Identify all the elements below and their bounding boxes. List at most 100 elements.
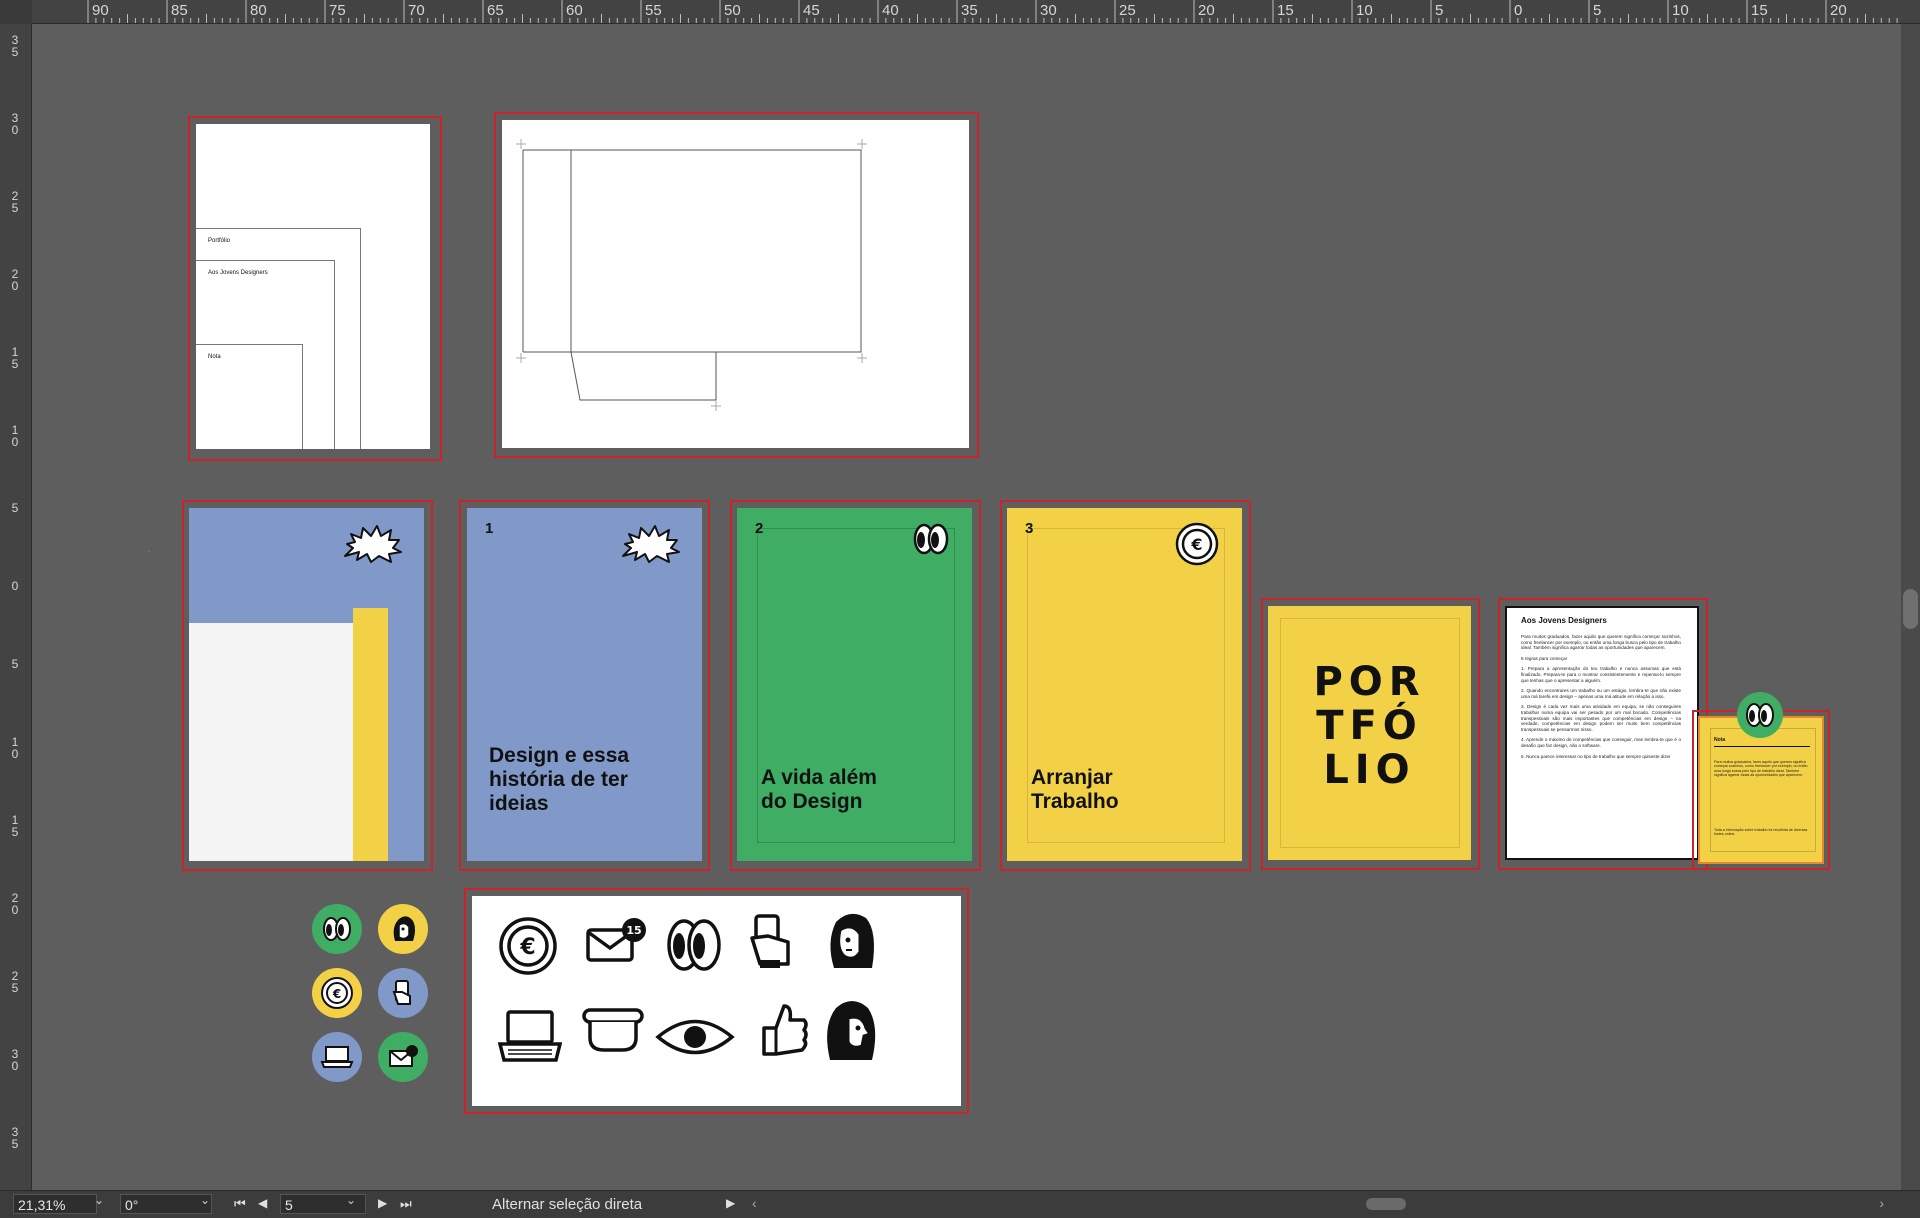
artboard-icon-sheet[interactable]: € 15 — [464, 888, 969, 1114]
ruler-label: 15 — [1277, 2, 1294, 19]
ruler-label: 2 5 — [11, 189, 19, 215]
vertical-ruler[interactable]: 3 5 3 0 2 5 2 0 1 5 1 0 5 0 5 1 0 1 5 2 0 2 5 3 0 3 5 — [0, 24, 32, 1190]
sticker-phone-blue[interactable] — [378, 968, 428, 1018]
ruler-label: 1 5 — [11, 813, 19, 839]
sticker-face-yellow[interactable] — [378, 904, 428, 954]
page-cover-3: 3 € Arranjar Trabalho — [1007, 508, 1242, 861]
label-portfolio: Portfólio — [208, 238, 231, 244]
paragraph: 4. Aprende o máximo de competências que … — [1521, 737, 1681, 748]
ruler-label: 70 — [408, 2, 425, 19]
zoom-field[interactable]: 21,31% — [13, 1194, 97, 1214]
document-title: Aos Jovens Designers — [1521, 616, 1607, 625]
ruler-label: 5 — [1593, 2, 1602, 19]
page-cover-template — [189, 508, 424, 861]
page-dropdown-chevron-icon[interactable]: ⌄ — [346, 1193, 356, 1207]
status-bar: 21,31% ⌄ 0° ⌄ ⏮ ◀ 5 ⌄ ▶ ⏭ Alternar seleç… — [0, 1190, 1920, 1218]
horizontal-ruler[interactable]: 90 85 80 75 70 65 60 55 50 45 40 35 30 25 20 15 10 5 0 5 10 1… — [32, 0, 1920, 24]
ruler-label: 1 5 — [11, 345, 19, 371]
ruler-label: 3 0 — [11, 1047, 19, 1073]
ruler-label: 90 — [92, 2, 109, 19]
sticker-mail-green[interactable] — [378, 1032, 428, 1082]
ruler-label: 15 — [1751, 2, 1768, 19]
ruler-label: 45 — [803, 2, 820, 19]
hand-phone-icon — [392, 980, 411, 1005]
ruler-label: 20 — [1198, 2, 1215, 19]
page-note: Nota Para muitos graduados, fazer aquilo… — [1698, 716, 1824, 864]
scroll-left-icon[interactable]: ‹ — [752, 1195, 757, 1211]
last-page-icon[interactable]: ⏭ — [400, 1196, 412, 1212]
sticker-eyes-green[interactable] — [312, 904, 362, 954]
svg-text:€: € — [519, 935, 535, 960]
title-line: Arranjar — [1031, 766, 1113, 789]
sticker-laptop-blue[interactable] — [312, 1032, 362, 1082]
cover-title: Arranjar Trabalho — [1031, 766, 1119, 814]
vertical-scroll-thumb[interactable] — [1903, 589, 1918, 629]
artboard-portfolio[interactable]: POR TFÓ LIO — [1261, 598, 1480, 870]
first-page-icon[interactable]: ⏮ — [234, 1196, 246, 1212]
cover-title: A vida além do Design — [761, 766, 877, 814]
artboard-cover-template[interactable]: · — [148, 500, 433, 871]
previous-page-icon[interactable]: ◀ — [258, 1196, 267, 1210]
ruler-label: 1 0 — [11, 735, 19, 761]
portfolio-wordmark: POR TFÓ LIO — [1268, 660, 1471, 792]
ruler-label: 55 — [645, 2, 662, 19]
svg-text:€: € — [332, 987, 341, 1001]
vertical-scrollbar[interactable] — [1901, 24, 1920, 1190]
ruler-label: 10 — [1672, 2, 1689, 19]
ruler-label: 5 — [11, 501, 19, 515]
artboard-template[interactable]: Portfólio Aos Jovens Designers Nota — [188, 116, 442, 461]
artboard-cover-1[interactable]: 1 Design e essa história de ter ideias — [459, 500, 710, 871]
ruler-label: 40 — [882, 2, 899, 19]
laptop-icon — [320, 1046, 354, 1068]
zoom-dropdown-chevron-icon[interactable]: ⌄ — [94, 1193, 104, 1207]
wordmark-line: LIO — [1323, 747, 1416, 793]
margin-mark: · — [148, 549, 150, 555]
paragraph: 1. Prepara a apresentação do teu trabalh… — [1521, 666, 1681, 683]
title-line: história de ter — [489, 768, 628, 791]
label-note: Nota — [208, 354, 221, 360]
ruler-label: 35 — [961, 2, 978, 19]
cover-number: 3 — [1025, 520, 1034, 537]
horizontal-scroll-thumb[interactable] — [1366, 1198, 1406, 1210]
ruler-label: 30 — [1040, 2, 1057, 19]
scroll-right-icon[interactable]: › — [1879, 1195, 1884, 1211]
rotation-field[interactable]: 0° — [120, 1194, 212, 1214]
pasteboard-canvas[interactable]: Portfólio Aos Jovens Designers Nota · 1 … — [32, 24, 1901, 1190]
paragraph: Para muitos graduados, fazer aquilo que … — [1521, 634, 1681, 651]
eyes-icon — [667, 919, 721, 971]
folder-dieline-drawing — [516, 139, 867, 411]
title-line: Design e essa — [489, 744, 630, 767]
page-document: Aos Jovens Designers Para muitos graduad… — [1505, 606, 1699, 860]
ruler-label: 80 — [250, 2, 267, 19]
ruler-label: 10 — [1356, 2, 1373, 19]
note-title: Nota — [1714, 737, 1726, 743]
ruler-label: 25 — [1119, 2, 1136, 19]
paragraph: 5 regras para começar — [1521, 655, 1568, 661]
rotation-dropdown-chevron-icon[interactable]: ⌄ — [200, 1193, 210, 1207]
cover-number: 2 — [755, 520, 764, 537]
artboard-cover-3[interactable]: 3 € Arranjar Trabalho — [1000, 500, 1251, 871]
ruler-label: 20 — [1830, 2, 1847, 19]
sticker-euro-yellow[interactable]: € — [312, 968, 362, 1018]
horizontal-scrollbar[interactable]: ‹ › — [750, 1195, 1886, 1213]
title-line: ideias — [489, 792, 549, 815]
artboard-cover-2[interactable]: 2 A vida além do Design — [730, 500, 981, 871]
badge-count: 15 — [626, 924, 641, 937]
note-eyes-sticker[interactable] — [1737, 692, 1783, 738]
page-dieline — [502, 120, 969, 448]
cover-number: 1 — [485, 520, 494, 537]
ruler-label: 5 — [11, 657, 19, 671]
artboard-dieline[interactable] — [494, 112, 979, 458]
status-menu-arrow-icon[interactable]: ▶ — [726, 1196, 735, 1210]
ruler-label: 65 — [487, 2, 504, 19]
cloud-icon — [622, 525, 680, 563]
ruler-label: 75 — [329, 2, 346, 19]
note-footer: Toda a informação sobre trabalho foi rec… — [1714, 828, 1808, 837]
hand-phone-icon — [750, 914, 790, 968]
ruler-label: 1 0 — [11, 423, 19, 449]
paragraph: 5. Nunca parece interessar no tipo de tr… — [1521, 753, 1671, 759]
ruler-label: 85 — [171, 2, 188, 19]
next-page-icon[interactable]: ▶ — [378, 1196, 387, 1210]
note-rule — [1714, 746, 1810, 747]
artboard-document[interactable]: Aos Jovens Designers Para muitos graduad… — [1498, 598, 1708, 870]
